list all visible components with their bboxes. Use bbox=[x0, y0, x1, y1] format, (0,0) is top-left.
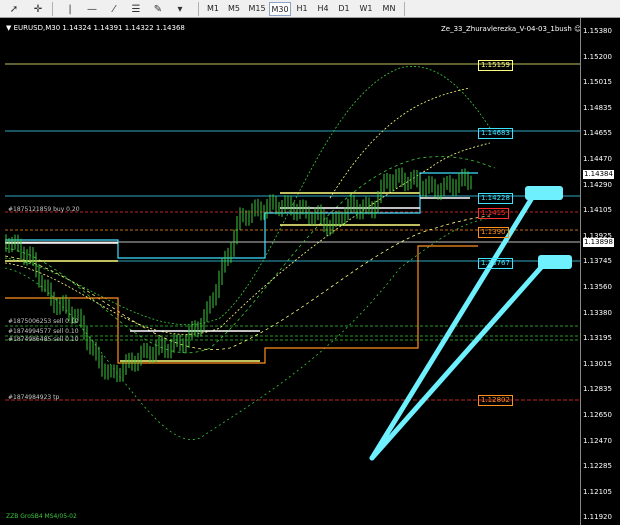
order-label: #1875121859 buy 0.20 bbox=[8, 206, 80, 213]
arrow-dropdown-icon[interactable]: ▾ bbox=[172, 2, 188, 16]
chart-footer: ZZB GroSB4 MS4/05-02 bbox=[6, 513, 77, 520]
price-tick: 1.13195 bbox=[583, 334, 612, 343]
order-label: #1875006253 sell 0.10 bbox=[8, 318, 79, 325]
level-label: 1.13767 bbox=[478, 258, 513, 269]
price-tick: 1.12835 bbox=[583, 385, 612, 394]
dropdown-icon[interactable]: ▼ bbox=[6, 24, 11, 32]
level-label: 1.14683 bbox=[478, 128, 513, 139]
cursor-icon[interactable]: ➚ bbox=[6, 2, 22, 16]
timeframe-h1[interactable]: H1 bbox=[292, 2, 312, 16]
price-chart[interactable] bbox=[0, 18, 620, 525]
level-label: 1.14228 bbox=[478, 193, 513, 204]
price-tick: 1.15380 bbox=[583, 27, 612, 35]
price-tick: 1.12470 bbox=[583, 436, 612, 445]
chart-toolbar: ➚ ✛ | — ⁄ ☰ ✎ ▾ M1 M5 M15 M30 H1 H4 D1 W… bbox=[0, 0, 620, 18]
crosshair-icon[interactable]: ✛ bbox=[30, 2, 46, 16]
current-price-tag: 1.14384 bbox=[583, 170, 614, 179]
price-tick: 1.14105 bbox=[583, 206, 612, 215]
price-tick: 1.12650 bbox=[583, 411, 612, 419]
level-label: 1.1415 bbox=[478, 208, 509, 219]
toolbar-separator bbox=[198, 2, 199, 16]
price-tick: 1.15200 bbox=[583, 52, 612, 61]
indicator-name: Ze_33_Zhuravlerezka_V-04-03_1bush ☺ bbox=[441, 25, 582, 33]
timeframe-m30[interactable]: M30 bbox=[269, 2, 291, 16]
chart-header: ▼ EURUSD,M30 1.14324 1.14391 1.14322 1.1… bbox=[6, 24, 185, 32]
shapes-icon[interactable]: ✎ bbox=[150, 2, 166, 16]
timeframe-mn[interactable]: MN bbox=[378, 2, 400, 16]
timeframe-h4[interactable]: H4 bbox=[313, 2, 333, 16]
price-tick: 1.14655 bbox=[583, 129, 612, 138]
timeframe-m15[interactable]: M15 bbox=[246, 2, 268, 16]
price-tick: 1.14835 bbox=[583, 103, 612, 112]
price-axis[interactable]: 1.15380 1.15200 1.15015 1.14835 1.14655 1.144… bbox=[580, 18, 620, 525]
price-tick: 1.14470 bbox=[583, 155, 612, 163]
order-label: #1874994577 sell 0.10 bbox=[8, 328, 79, 335]
order-label: #1874986485 sell 0.10 bbox=[8, 336, 79, 343]
timeframe-m5[interactable]: M5 bbox=[224, 2, 244, 16]
level-label: 1.1390 bbox=[478, 227, 509, 238]
price-tick: 1.15015 bbox=[583, 78, 612, 87]
price-tick: 1.12105 bbox=[583, 487, 612, 496]
trendline-icon[interactable]: ⁄ bbox=[106, 2, 122, 16]
toolbar-separator bbox=[52, 2, 53, 16]
price-tick: 1.13380 bbox=[583, 308, 612, 317]
price-tick: 1.13560 bbox=[583, 283, 612, 291]
stepline-orange bbox=[5, 245, 478, 364]
fibonacci-icon[interactable]: ☰ bbox=[128, 2, 144, 16]
price-tick: 1.13015 bbox=[583, 359, 612, 368]
price-tick: 1.14290 bbox=[583, 180, 612, 189]
indicator-band bbox=[4, 66, 491, 325]
horizontal-line-icon[interactable]: — bbox=[84, 2, 100, 16]
annotation-marker bbox=[538, 255, 572, 269]
price-tick: 1.12285 bbox=[583, 462, 612, 471]
timeframe-w1[interactable]: W1 bbox=[356, 2, 376, 16]
indicator-band bbox=[329, 87, 471, 199]
level-label: 1.12802 bbox=[478, 395, 513, 406]
symbol-quote: EURUSD,M30 1.14324 1.14391 1.14322 1.143… bbox=[13, 24, 185, 32]
level-label: 1.15159 bbox=[478, 60, 513, 71]
price-tag: 1.13898 bbox=[583, 238, 614, 247]
vertical-line-icon[interactable]: | bbox=[62, 2, 78, 16]
timeframe-d1[interactable]: D1 bbox=[334, 2, 354, 16]
timeframe-m1[interactable]: M1 bbox=[203, 2, 223, 16]
price-tick: 1.11920 bbox=[583, 513, 612, 522]
annotation-arrow bbox=[369, 190, 538, 461]
annotation-arrow bbox=[369, 260, 548, 461]
stepline-cyan bbox=[5, 172, 478, 259]
order-label: #1874984923 tp bbox=[8, 394, 60, 401]
price-tick: 1.13745 bbox=[583, 257, 612, 266]
annotation-marker bbox=[525, 186, 563, 200]
toolbar-separator bbox=[404, 2, 405, 16]
